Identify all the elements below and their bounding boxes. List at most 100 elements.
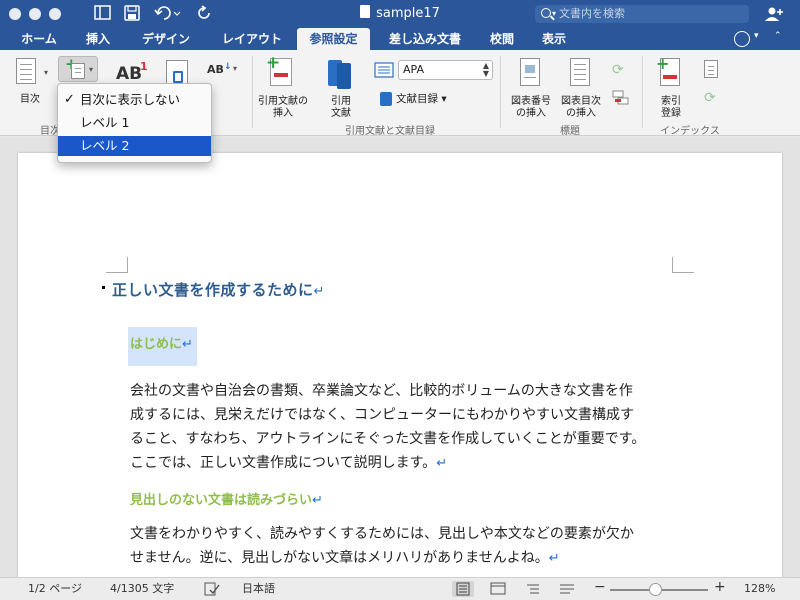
bibliography-label: 文献目録 ▾: [396, 93, 447, 105]
text-line: 文書をわかりやすく、読みやすくするためには、見出しや本文などの要素が欠か: [130, 526, 634, 542]
search-icon: [541, 8, 551, 18]
feedback-smiley-icon[interactable]: [734, 31, 750, 47]
heading-2-text: はじめに: [130, 337, 183, 352]
insert-caption-label: 図表番号 の挿入: [511, 96, 551, 119]
paragraph-mark: ↵: [436, 456, 448, 471]
heading-1-text: 正しい文書を作成するために: [112, 281, 314, 299]
chevron-down-icon: ▾: [552, 9, 557, 18]
menu-item-level-2[interactable]: レベル 2: [58, 136, 211, 156]
share-person-icon[interactable]: [764, 6, 784, 22]
heading-2-text: 見出しのない文書は読みづらい: [130, 493, 313, 508]
zoom-in-button[interactable]: +: [714, 580, 726, 594]
insert-table-of-figures-label: 図表目次 の挿入: [561, 96, 601, 119]
menu-item-do-not-show-in-toc[interactable]: ✓ 目次に表示しない: [58, 90, 211, 110]
tab-insert[interactable]: 挿入: [74, 28, 122, 50]
proofing-icon[interactable]: [204, 582, 220, 596]
body-paragraph-2[interactable]: 文書をわかりやすく、読みやすくするためには、見出しや本文などの要素が欠か せませ…: [130, 522, 690, 571]
stepper-arrows-icon: ▲ ▼: [482, 61, 489, 78]
bibliography-style-select[interactable]: APA ▲ ▼: [398, 60, 493, 80]
chevron-down-icon[interactable]: ▾: [754, 31, 759, 41]
outline-view-icon[interactable]: [522, 581, 544, 597]
chevron-down-icon: ▾: [89, 65, 94, 74]
ribbon-tab-bar: ホーム 挿入 デザイン レイアウト 参照設定 差し込み文書 校閲 表示 ▾ ⌃: [0, 28, 800, 50]
insert-citation-label: 引用文献の挿入: [258, 96, 308, 119]
paragraph-mark: ↵: [548, 551, 560, 566]
menu-item-label: 目次に表示しない: [80, 92, 181, 107]
cross-reference-icon[interactable]: [612, 90, 630, 106]
web-layout-view-icon[interactable]: [487, 581, 509, 597]
body-paragraph-1[interactable]: 会社の文書や自治会の書類、卒業論文など、比較的ボリュームの大きな文書を作 成する…: [130, 379, 690, 476]
bibliography-style-icon: [374, 62, 394, 78]
chevron-down-icon: ▾: [44, 68, 49, 77]
tab-layout[interactable]: レイアウト: [210, 28, 294, 50]
heading-2-selected[interactable]: はじめに↵: [128, 327, 197, 366]
tab-references[interactable]: 参照設定: [297, 28, 370, 50]
chevron-down-icon: ▾: [233, 64, 238, 73]
toc-button[interactable]: ▾ 目次: [10, 56, 49, 108]
next-footnote-button[interactable]: AB↓ ▾: [205, 62, 241, 80]
search-placeholder: 文書内を検索: [559, 7, 625, 20]
tab-view[interactable]: 表示: [530, 28, 578, 50]
add-text-dropdown-menu: ✓ 目次に表示しない レベル 1 レベル 2: [57, 83, 212, 163]
insert-citation-button[interactable]: + 引用文献の挿入: [258, 55, 308, 120]
table-of-figures-icon: [570, 58, 590, 86]
print-layout-view-icon[interactable]: [452, 581, 474, 597]
heading-2[interactable]: 見出しのない文書は読みづらい↵: [130, 489, 323, 508]
index-group-label: インデックス: [660, 126, 720, 137]
insert-table-of-figures-button[interactable]: 図表目次 の挿入: [558, 56, 604, 119]
toc-button-label: 目次: [20, 94, 40, 105]
document-title-text: sample17: [376, 6, 440, 21]
zoom-out-button[interactable]: −: [594, 580, 606, 594]
citations-label: 引用 文献: [331, 96, 351, 119]
checkmark-icon: ✓: [64, 92, 75, 107]
citation-group-label: 引用文献と文献目録: [345, 126, 435, 137]
search-input[interactable]: ▾ 文書内を検索: [535, 5, 749, 23]
zoom-level[interactable]: 128%: [744, 582, 775, 596]
text-line: せません。逆に、見出しがない文章はメリハリがありませんよね。: [130, 550, 549, 566]
heading-1[interactable]: 正しい文書を作成するために↵: [102, 279, 325, 300]
tab-home[interactable]: ホーム: [8, 28, 70, 50]
tab-review[interactable]: 校閲: [480, 28, 524, 50]
add-text-button[interactable]: + ▾: [58, 56, 98, 82]
paragraph-mark: ↵: [313, 284, 325, 299]
ribbon-separator: [252, 56, 253, 128]
paragraph-mark: ↵: [312, 493, 323, 508]
status-bar: 1/2 ページ 4/1305 文字 日本語 − + 128%: [0, 577, 800, 600]
margin-corner-mark: [106, 257, 128, 273]
page-count[interactable]: 1/2 ページ: [28, 582, 82, 596]
text-line: 成するには、見栄えだけではなく、コンピューターにもわかりやすい文書構成す: [130, 407, 634, 423]
footnote-icon-superscript: 1: [140, 60, 148, 73]
insert-caption-button[interactable]: 図表番号 の挿入: [508, 56, 554, 119]
text-line: ること、すなわち、アウトラインにそぐった文書を作成していくことが重要です。: [130, 431, 646, 447]
language-indicator[interactable]: 日本語: [242, 582, 275, 596]
mark-entry-label: 索引 登録: [661, 96, 681, 119]
insert-index-icon[interactable]: [704, 60, 720, 80]
document-icon: [360, 5, 371, 18]
book-icon: [337, 63, 351, 89]
tab-design[interactable]: デザイン: [128, 28, 204, 50]
tab-mailings[interactable]: 差し込み文書: [376, 28, 474, 50]
insert-caption-icon: [520, 58, 540, 86]
ribbon-separator: [642, 56, 643, 128]
update-index-icon[interactable]: ⟳: [704, 90, 720, 106]
collapse-ribbon-icon[interactable]: ⌃: [774, 31, 782, 41]
text-line: ここでは、正しい文書作成について説明します。: [130, 455, 437, 471]
zoom-slider-thumb[interactable]: [649, 583, 663, 596]
citations-button[interactable]: 引用 文献: [320, 56, 362, 119]
draft-view-icon[interactable]: [556, 581, 578, 597]
update-table-of-figures-icon[interactable]: ⟳: [612, 62, 628, 78]
menu-item-label: レベル 2: [80, 138, 130, 153]
ribbon-separator: [500, 56, 501, 128]
bibliography-button[interactable]: 文献目録 ▾: [380, 90, 460, 108]
bibliography-icon: [380, 92, 392, 106]
heading-bullet-mark: [102, 286, 105, 289]
bibliography-style-value: APA: [403, 63, 424, 76]
word-count[interactable]: 4/1305 文字: [110, 582, 174, 596]
margin-corner-mark: [672, 257, 694, 273]
mark-entry-button[interactable]: + 索引 登録: [650, 54, 692, 120]
green-plus-icon: +: [656, 54, 670, 73]
text-line: 会社の文書や自治会の書類、卒業論文など、比較的ボリュームの大きな文書を作: [130, 383, 633, 399]
add-text-icon: [71, 63, 85, 79]
document-canvas[interactable]: 正しい文書を作成するために↵ はじめに↵ 会社の文書や自治会の書類、卒業論文など…: [0, 137, 800, 577]
menu-item-level-1[interactable]: レベル 1: [58, 113, 211, 133]
